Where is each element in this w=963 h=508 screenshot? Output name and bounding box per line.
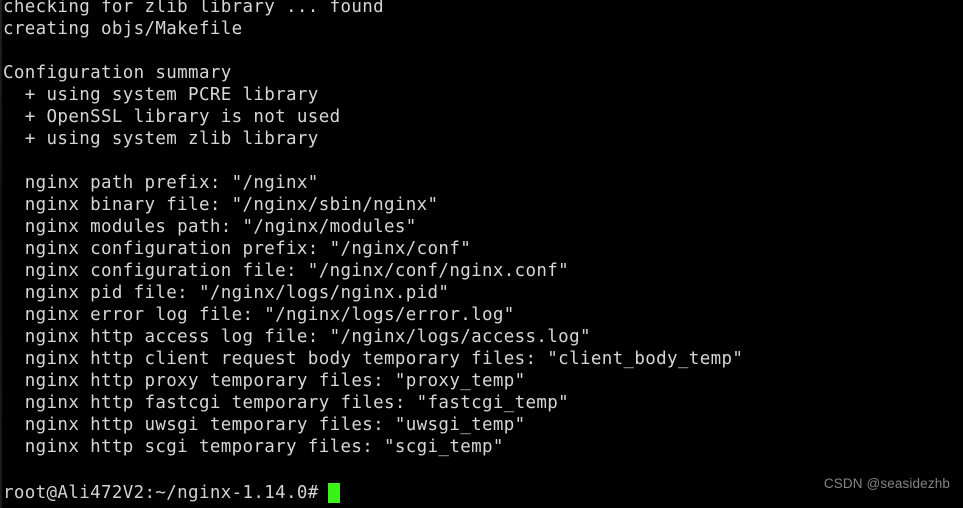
terminal-output-line: + using system zlib library: [3, 129, 319, 149]
terminal-output-line: nginx http proxy temporary files: "proxy…: [3, 371, 526, 391]
text-cursor[interactable]: [327, 483, 340, 503]
watermark-label: CSDN @seasidezhb: [823, 476, 950, 491]
terminal-output-line: nginx http client request body temporary…: [3, 349, 744, 369]
terminal-output-line: nginx error log file: "/nginx/logs/error…: [3, 305, 515, 325]
terminal-output-line: nginx http uwsgi temporary files: "uwsgi…: [3, 415, 526, 435]
terminal-output-line: nginx configuration file: "/nginx/conf/n…: [3, 261, 570, 281]
terminal-output-line: [0, 150, 963, 172]
terminal-output-line: + OpenSSL library is not used: [3, 107, 341, 127]
terminal-output-line: creating objs/Makefile: [3, 19, 243, 39]
terminal-output-line: + using system PCRE library: [3, 85, 319, 105]
terminal-output-line: nginx configuration prefix: "/nginx/conf…: [3, 239, 472, 259]
terminal-output-line: nginx pid file: "/nginx/logs/nginx.pid": [3, 283, 450, 303]
terminal-output-line: nginx http fastcgi temporary files: "fas…: [3, 393, 570, 413]
terminal-output-line: Configuration summary: [3, 63, 232, 83]
terminal-output-line: nginx http scgi temporary files: "scgi_t…: [3, 437, 504, 457]
terminal-output-line: nginx modules path: "/nginx/modules": [3, 217, 417, 237]
terminal-prompt-row[interactable]: root@Ali472V2:~/nginx-1.14.0#: [0, 482, 340, 504]
terminal-output-line: [0, 458, 963, 480]
terminal-output: checking for zlib library ... found creat…: [0, 0, 963, 480]
terminal-window[interactable]: checking for zlib library ... found creat…: [0, 0, 963, 508]
terminal-output-line: nginx binary file: "/nginx/sbin/nginx": [3, 195, 439, 215]
terminal-output-line: [0, 40, 963, 62]
terminal-output-line: checking for zlib library ... found: [3, 0, 385, 17]
terminal-output-line: nginx path prefix: "/nginx": [3, 173, 319, 193]
terminal-output-line: nginx http access log file: "/nginx/logs…: [3, 327, 591, 347]
shell-prompt: root@Ali472V2:~/nginx-1.14.0#: [3, 483, 319, 503]
